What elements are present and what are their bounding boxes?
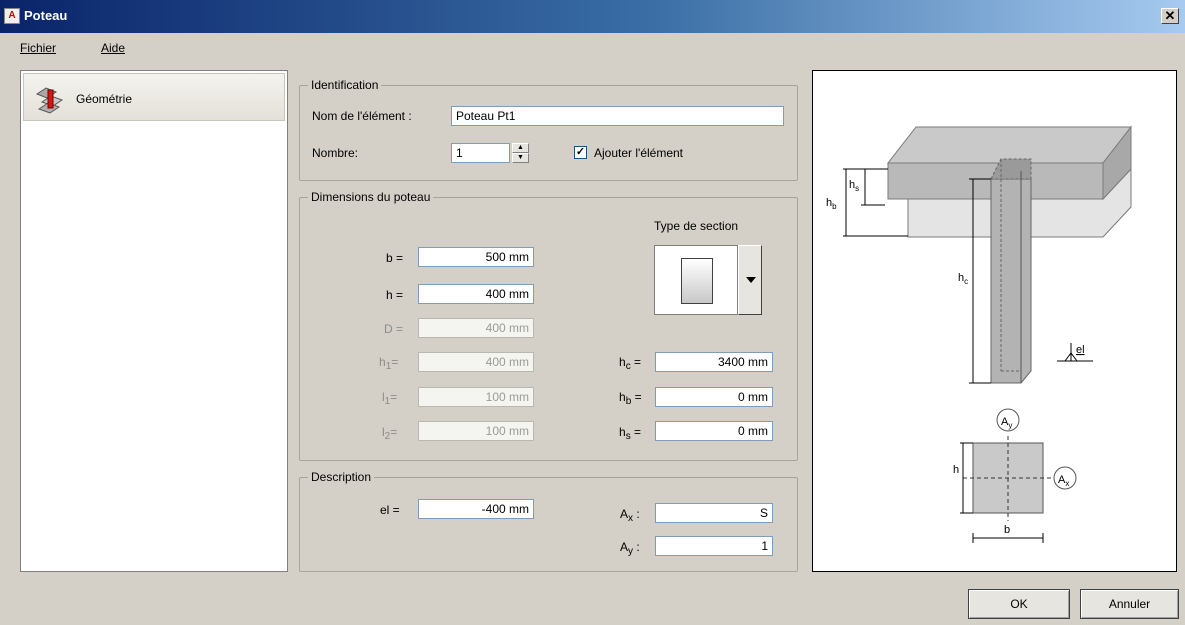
diagram-el-label: el — [1076, 344, 1085, 356]
h1-field: 400 mm — [418, 352, 534, 372]
window-title: Poteau — [24, 8, 68, 23]
app-icon: A — [4, 8, 20, 24]
diagram-hc-label: hc — [958, 272, 968, 286]
name-label: Nom de l'élément : — [312, 109, 412, 123]
l1-label: l1= — [382, 390, 398, 407]
menu-bar: Fichier Aide — [0, 33, 1185, 61]
count-label: Nombre: — [312, 146, 359, 160]
hb-label: hb = — [619, 390, 642, 407]
menu-file[interactable]: Fichier — [20, 41, 56, 55]
section-type-preview[interactable] — [654, 245, 738, 315]
diagram-h-label: h — [953, 464, 959, 476]
name-field[interactable]: Poteau Pt1 — [451, 106, 784, 126]
add-element-checkbox[interactable]: ✓ — [574, 146, 587, 159]
section-type-dropdown[interactable] — [738, 245, 762, 315]
count-field[interactable]: 1 — [451, 143, 510, 163]
section-type-label: Type de section — [654, 219, 739, 233]
column-diagram-panel: hb hs hc el Ay Ax h b — [812, 70, 1177, 572]
rectangular-section-icon — [681, 258, 713, 304]
cancel-button[interactable]: Annuler — [1080, 589, 1179, 619]
sidebar-item-label: Géométrie — [76, 92, 133, 106]
ax-label: Ax : — [620, 507, 640, 524]
title-bar: A Poteau ✕ — [0, 0, 1185, 33]
hs-field[interactable]: 0 mm — [655, 421, 773, 441]
spin-up-icon[interactable]: ▲ — [512, 143, 529, 153]
b-label: b = — [386, 251, 404, 265]
menu-help[interactable]: Aide — [101, 41, 125, 55]
ay-label: Ay : — [620, 540, 640, 557]
dimensions-legend: Dimensions du poteau — [311, 190, 431, 204]
diagram-b-label: b — [1004, 524, 1010, 536]
count-stepper[interactable]: ▲ ▼ — [512, 143, 529, 163]
hs-label: hs = — [619, 425, 642, 442]
close-button[interactable]: ✕ — [1161, 8, 1179, 24]
b-field[interactable]: 500 mm — [418, 247, 534, 267]
diagram-hs-label: hs — [849, 179, 859, 193]
add-element-label: Ajouter l'élément — [594, 146, 684, 160]
sidebar-panel: Géométrie — [20, 70, 288, 572]
l2-field: 100 mm — [418, 421, 534, 441]
el-label: el = — [380, 503, 400, 517]
ay-field[interactable]: 1 — [655, 536, 773, 556]
diagram-hb-label: hb — [826, 197, 837, 211]
ok-button[interactable]: OK — [968, 589, 1070, 619]
el-field[interactable]: -400 mm — [418, 499, 534, 519]
d-field: 400 mm — [418, 318, 534, 338]
sidebar-item-geometry[interactable]: Géométrie — [23, 73, 285, 121]
h-field[interactable]: 400 mm — [418, 284, 534, 304]
h-label: h = — [386, 288, 404, 302]
geometry-icon — [35, 87, 64, 114]
l1-field: 100 mm — [418, 387, 534, 407]
h1-label: h1= — [379, 355, 399, 372]
description-legend: Description — [311, 470, 372, 484]
hc-label: hc = — [619, 355, 642, 372]
identification-legend: Identification — [311, 78, 379, 92]
hc-field[interactable]: 3400 mm — [655, 352, 773, 372]
d-label: D = — [384, 322, 404, 336]
identification-group: Identification — [299, 78, 798, 181]
hb-field[interactable]: 0 mm — [655, 387, 773, 407]
l2-label: l2= — [382, 425, 398, 442]
ax-field[interactable]: S — [655, 503, 773, 523]
close-icon: ✕ — [1164, 8, 1176, 23]
chevron-down-icon — [746, 277, 756, 283]
spin-down-icon[interactable]: ▼ — [512, 153, 529, 163]
column-diagram: hb hs hc el Ay Ax h b — [826, 125, 1133, 543]
